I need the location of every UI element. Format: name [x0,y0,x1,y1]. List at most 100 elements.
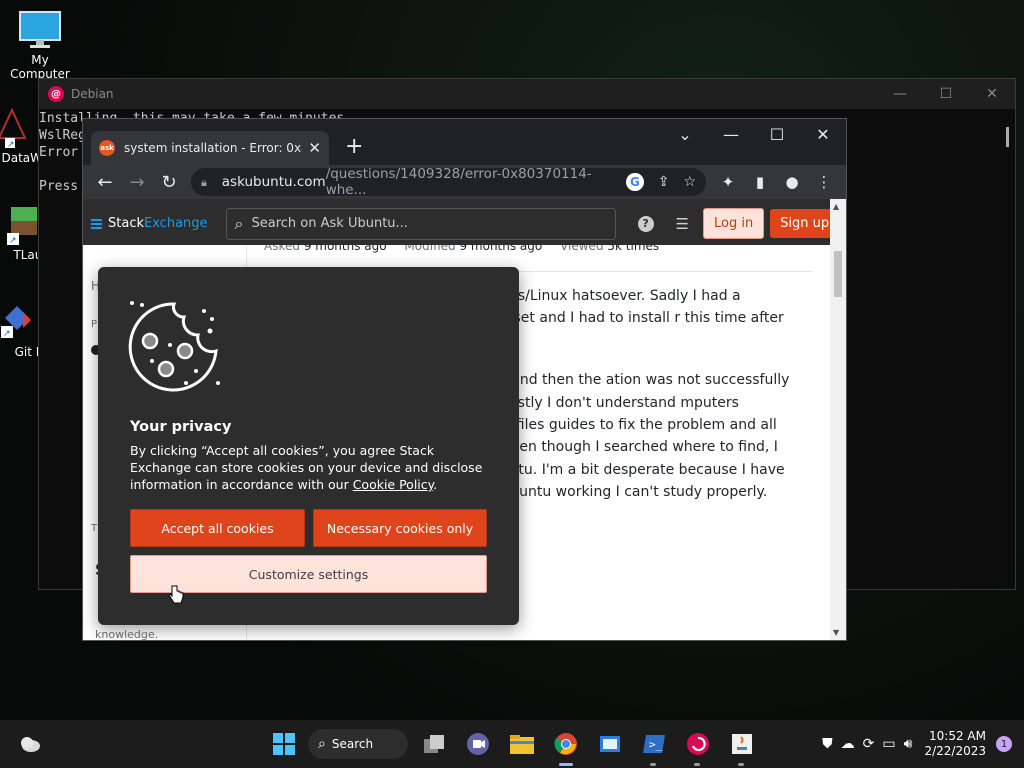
desktop-icon-my-computer[interactable]: My Computer [0,10,80,81]
onedrive-cloud-icon[interactable]: ☁ [841,736,855,752]
running-app-indicator [650,763,656,766]
system-tray: ⛊ ☁ ⟳ ▭ 🔊︎ 10:52 AM 2/22/2023 1 [818,720,1024,768]
cookie-consent-dialog: Your privacy By clicking “Accept all coo… [98,267,519,625]
sync-icon[interactable]: ⟳ [863,736,875,752]
sidebar-fragment: P [91,319,98,330]
taskbar-search-label: Search [331,737,374,751]
volume-icon[interactable]: 🔊︎ [904,736,913,752]
address-bar[interactable]: 🔒︎ askubuntu.com /questions/1409328/erro… [191,166,706,198]
close-button[interactable]: ✕ [969,86,1015,102]
minimize-button[interactable]: — [708,123,754,147]
terminal-titlebar[interactable]: @ Debian — ☐ ✕ [39,79,1015,109]
menu-kebab-icon[interactable]: ⋮ [808,173,840,191]
necessary-cookies-button[interactable]: Necessary cookies only [313,509,487,547]
scroll-down-arrow-icon[interactable]: ▼ [833,628,839,637]
start-windows-icon[interactable] [268,728,300,760]
url-path: /questions/1409328/error-0x80370114-whe.… [325,166,592,198]
java-icon[interactable] [726,728,758,760]
asked-label: Asked [264,245,300,253]
svg-text:↗: ↗ [3,329,11,339]
monitor-icon [19,11,61,48]
defender-shield-icon[interactable]: ⛊ [822,736,833,752]
scroll-up-arrow-icon[interactable]: ▲ [833,202,839,211]
maximize-button[interactable]: ☐ [923,86,969,102]
google-lens-icon[interactable]: G [626,173,644,191]
weather-widget-icon[interactable] [14,728,46,760]
page-scrollbar[interactable]: ▲ ▼ [830,199,846,640]
search-placeholder: Search on Ask Ubuntu... [251,216,408,231]
new-tab-button[interactable]: + [345,134,363,159]
running-app-indicator [694,763,700,766]
logo-text-stack: Stack [108,216,144,231]
network-icon[interactable]: ▭ [882,736,895,752]
modified-value[interactable]: 9 months ago [459,245,542,253]
terminal-scrollbar[interactable] [1006,127,1009,147]
debian-swirl-icon: @ [48,86,64,102]
tab-search-button[interactable]: ⌄ [662,123,708,147]
search-icon: ⌕ [318,736,326,752]
clock-time: 10:52 AM [929,729,986,743]
logo-text-exchange: Exchange [144,216,208,231]
svg-text:>_: >_ [649,738,663,751]
notification-badge[interactable]: 1 [996,736,1012,752]
desktop-icon-datawrangler[interactable]: ↗ DataW [0,107,42,165]
remote-desktop-icon[interactable] [594,728,626,760]
tab-title: system installation - Error: 0x803 [124,141,302,155]
bookmark-star-icon[interactable]: ☆ [683,174,696,190]
teams-chat-icon[interactable] [462,728,494,760]
svg-text:↗: ↗ [7,140,15,148]
taskbar: ⌕ Search >_ ⛊ ☁ ⟳ ▭ 🔊︎ 10:52 AM 2/22/202… [0,720,1024,768]
share-icon[interactable]: ⇪ [658,174,670,190]
extensions-puzzle-icon[interactable]: ✦ [712,173,744,191]
chrome-icon[interactable] [550,728,582,760]
terminal-title: Debian [71,87,114,101]
taskbar-search-button[interactable]: ⌕ Search [308,729,408,759]
reload-button[interactable]: ↻ [153,172,185,193]
clock-date: 2/22/2023 [924,744,986,758]
lock-icon[interactable]: 🔒︎ [201,176,212,189]
git-bash-icon: ↗ [1,306,31,339]
minecraft-icon: ↗ [7,207,37,246]
site-search-input[interactable]: ⌕ Search on Ask Ubuntu... [225,207,616,240]
sign-up-button[interactable]: Sign up [770,209,840,238]
log-in-button[interactable]: Log in [702,208,765,239]
tab-strip[interactable]: ask system installation - Error: 0x803 ✕… [83,119,846,165]
desktop-icon-label: DataW [1,151,42,165]
minimize-button[interactable]: — [877,86,923,102]
side-panel-icon[interactable]: ▮ [744,173,776,191]
active-app-indicator [559,763,573,766]
cookie-icon [128,301,220,392]
powershell-icon[interactable]: >_ [638,728,670,760]
desktop-icon-label: My Computer [10,53,70,81]
clock[interactable]: 10:52 AM 2/22/2023 [924,729,986,759]
viewed-label: Viewed [560,245,604,253]
question-meta: Asked 9 months ago Modified 9 months ago… [264,245,673,253]
maximize-button[interactable]: ☐ [754,123,800,147]
modified-label: Modified [404,245,456,253]
site-switcher-icon[interactable]: ☰ [676,215,689,233]
datawrangler-icon: ↗ [0,107,27,150]
debian-icon[interactable] [682,728,714,760]
viewed-value: 5k times [607,245,660,253]
asked-value[interactable]: 9 months ago [304,245,387,253]
help-icon[interactable]: ? [637,215,654,232]
hand-cursor-icon [168,585,184,604]
running-app-indicator [738,763,744,766]
search-icon: ⌕ [234,213,244,233]
sidebar-fragment: T [91,523,98,534]
url-host: askubuntu.com [221,174,326,190]
profile-avatar-icon[interactable]: ● [776,173,808,191]
stackexchange-logo[interactable]: Stack Exchange [91,216,208,231]
file-explorer-icon[interactable] [506,728,538,760]
close-button[interactable]: ✕ [800,123,846,147]
tab-askubuntu[interactable]: ask system installation - Error: 0x803 ✕ [91,131,329,165]
tab-close-icon[interactable]: ✕ [308,139,321,157]
sidebar-fragment: knowledge. [95,628,159,640]
back-button[interactable]: ← [89,172,121,193]
task-view-icon[interactable] [418,728,450,760]
cookie-policy-link[interactable]: Cookie Policy [353,477,434,492]
forward-button[interactable]: → [121,172,153,193]
stackexchange-topbar: Stack Exchange ⌕ Search on Ask Ubuntu... … [83,199,846,245]
scrollbar-thumb[interactable] [834,251,842,297]
accept-all-cookies-button[interactable]: Accept all cookies [130,509,305,547]
